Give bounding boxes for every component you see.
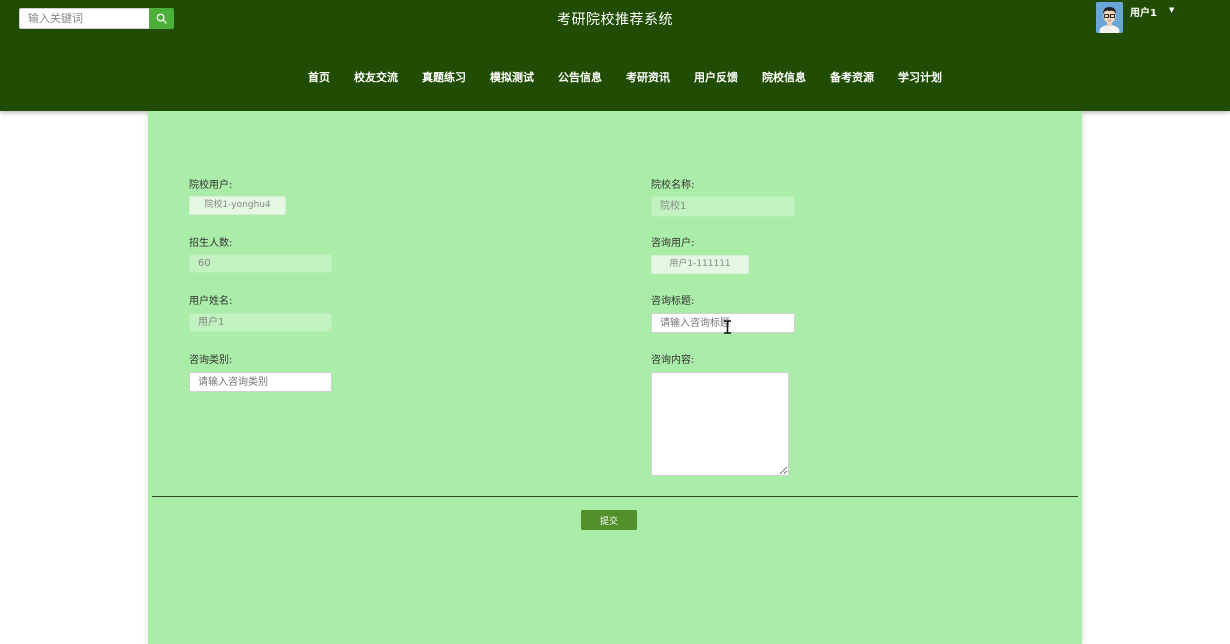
nav-item-alumni[interactable]: 校友交流: [342, 69, 410, 85]
user-name-value: 用户1: [189, 313, 332, 332]
school-name-value: 院校1: [651, 196, 795, 217]
consultation-form-panel: 院校用户: 院校1-yonghu4 招生人数: 60 用户姓名: 用户1 咨询类…: [148, 111, 1082, 644]
enroll-count-value: 60: [189, 254, 332, 273]
avatar[interactable]: [1096, 2, 1123, 33]
user-avatar-icon: [1096, 2, 1123, 33]
consult-title-field: 咨询标题:: [651, 292, 694, 307]
enroll-count-field: 招生人数:: [189, 234, 232, 249]
text-cursor-icon: [724, 320, 731, 334]
consult-user-value: 用户1-111111: [651, 255, 749, 274]
nav-item-home[interactable]: 首页: [296, 69, 342, 85]
form-divider: [152, 496, 1078, 497]
school-name-label: 院校名称:: [651, 180, 695, 191]
nav-item-mock-test[interactable]: 模拟测试: [478, 69, 546, 85]
school-user-label: 院校用户:: [189, 180, 233, 191]
user-name[interactable]: 用户1: [1130, 4, 1157, 19]
site-title: 考研院校推荐系统: [557, 12, 673, 28]
user-menu[interactable]: 用户1 ▼: [1096, 2, 1174, 33]
nav-item-announcements[interactable]: 公告信息: [546, 69, 614, 85]
school-user-field: 院校用户:: [189, 176, 232, 191]
nav-item-resources[interactable]: 备考资源: [818, 69, 886, 85]
user-name-label: 用户姓名:: [189, 296, 233, 307]
school-user-value: 院校1-yonghu4: [189, 196, 286, 215]
school-name-field: 院校名称:: [651, 176, 694, 191]
consult-title-label: 咨询标题:: [651, 296, 695, 307]
consult-category-label: 咨询类别:: [189, 355, 233, 366]
nav-item-feedback[interactable]: 用户反馈: [682, 69, 750, 85]
consult-user-field: 咨询用户:: [651, 234, 694, 249]
top-header: 考研院校推荐系统 用户1 ▼ 首页 校友交流 真题练习 模拟测试 公告信息 考研…: [0, 0, 1230, 111]
consult-content-field: 咨询内容:: [651, 351, 694, 366]
consult-content-textarea[interactable]: [651, 372, 789, 476]
nav-item-study-plan[interactable]: 学习计划: [886, 69, 954, 85]
user-name-field: 用户姓名:: [189, 292, 232, 307]
nav-item-news[interactable]: 考研资讯: [614, 69, 682, 85]
consult-category-input[interactable]: [189, 372, 332, 392]
nav-item-past-exams[interactable]: 真题练习: [410, 69, 478, 85]
enroll-count-label: 招生人数:: [189, 238, 233, 249]
consult-category-field: 咨询类别:: [189, 351, 232, 366]
main-nav: 首页 校友交流 真题练习 模拟测试 公告信息 考研资讯 用户反馈 院校信息 备考…: [296, 69, 954, 85]
consult-user-label: 咨询用户:: [651, 238, 695, 249]
consult-content-label: 咨询内容:: [651, 355, 695, 366]
nav-item-schools[interactable]: 院校信息: [750, 69, 818, 85]
submit-button[interactable]: 提交: [581, 510, 637, 530]
chevron-down-icon[interactable]: ▼: [1169, 6, 1174, 14]
